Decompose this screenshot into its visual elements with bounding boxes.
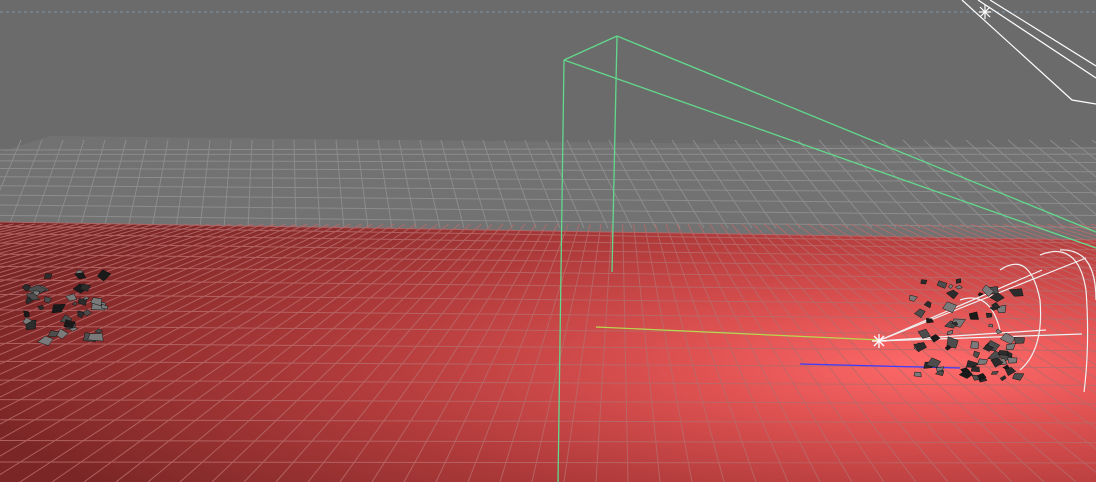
debris-fragment: [1014, 337, 1025, 344]
debris-fragment: [43, 273, 53, 279]
debris-fragment: [1007, 357, 1018, 364]
debris-fragment: [970, 340, 979, 349]
debris-fragment: [913, 371, 922, 378]
emitter-origin-icon[interactable]: [872, 334, 886, 348]
debris-fragment: [970, 365, 980, 373]
debris-fragment: [988, 323, 994, 328]
debris-fragment: [87, 333, 104, 342]
debris-fragment: [985, 312, 993, 318]
debris-fragment: [920, 279, 928, 285]
3d-viewport[interactable]: [0, 0, 1096, 482]
debris-fragment: [956, 278, 962, 284]
scene-canvas[interactable]: [0, 0, 1096, 482]
debris-fragment: [23, 310, 30, 317]
